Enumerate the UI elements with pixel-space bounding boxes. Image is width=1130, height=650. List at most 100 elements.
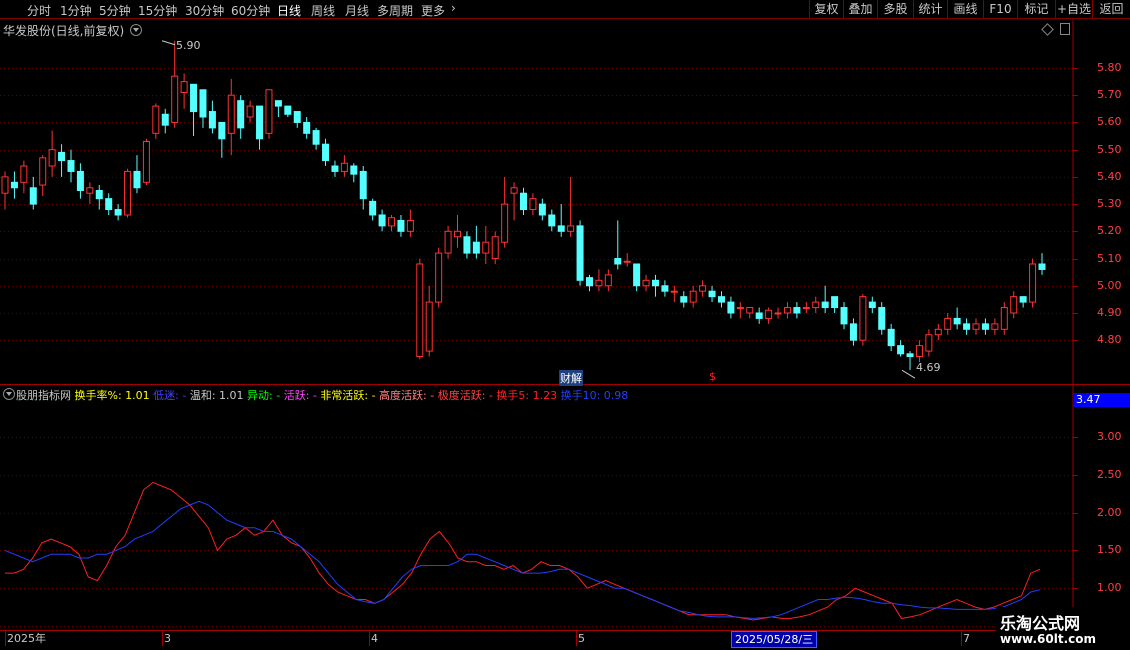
candle-body [171, 75, 179, 123]
price-axis-label: 5.00 [1097, 278, 1122, 292]
candle-body [39, 157, 47, 186]
candle-body [105, 198, 113, 211]
candle-body [10, 181, 18, 189]
candle-body [925, 334, 933, 352]
diamond-icon[interactable] [1041, 23, 1054, 36]
period-tab-10[interactable]: 更多 [421, 2, 445, 19]
candle-body [953, 317, 961, 325]
candle-body [680, 296, 688, 303]
toolbar-button-3[interactable]: 统计 [913, 0, 947, 19]
indicator-line-ma5 [5, 481, 1041, 621]
indicator-legend: 股朋指标网 换手率%: 1.01 低迷: - 温和: 1.01 异动: - 活跃… [16, 387, 628, 403]
price-axis-label: 5.50 [1097, 142, 1122, 156]
candle-body [642, 279, 650, 287]
candle-body [340, 162, 348, 172]
candle-body [991, 323, 999, 330]
caijie-badge[interactable]: 财解 [559, 370, 583, 386]
candle-body [378, 214, 386, 227]
chevron-down-icon[interactable] [130, 24, 142, 36]
candle-body [557, 225, 565, 232]
candle-body [727, 301, 735, 314]
price-axis-label: 4.80 [1097, 333, 1122, 347]
candle-body [331, 165, 339, 172]
candle-body [435, 252, 443, 303]
watermark-url: www.60lt.com [1000, 632, 1097, 646]
chevron-down-icon[interactable] [3, 388, 15, 400]
date-tick [369, 631, 370, 646]
candle-body [510, 187, 518, 194]
date-tick [961, 631, 962, 646]
period-tab-0[interactable]: 分时 [27, 2, 51, 19]
toolbar-button-0[interactable]: 复权 [809, 0, 843, 19]
candle-body [463, 236, 471, 254]
indicator-lines [4, 481, 1041, 621]
date-label: 4 [371, 632, 378, 645]
candle-body [529, 198, 537, 211]
price-axis-label: 5.60 [1097, 115, 1122, 129]
watermark-title: 乐淘公式网 [1000, 614, 1081, 633]
candle-body [124, 170, 132, 216]
candle-body [114, 209, 122, 216]
legend-item-4: 活跃: - [280, 389, 317, 402]
legend-item-9: 换手10: 0.98 [557, 389, 629, 402]
s-mark-badge[interactable]: $ [709, 370, 716, 383]
stock-title: 华发股份(日线,前复权) [3, 24, 125, 38]
price-axis-label: 5.40 [1097, 169, 1122, 183]
candle-body [388, 217, 396, 227]
toolbar-button-1[interactable]: 叠加 [843, 0, 877, 19]
date-label: 3 [164, 632, 171, 645]
period-tab-3[interactable]: 15分钟 [138, 2, 177, 19]
price-axis-label: 5.70 [1097, 88, 1122, 102]
period-tab-2[interactable]: 5分钟 [99, 2, 131, 19]
toolbar-button-7[interactable]: +自选 [1055, 0, 1092, 19]
candle-body [765, 309, 773, 319]
date-cursor-label: 2025/05/28/三 [731, 631, 818, 648]
indicator-name[interactable]: 股朋指标网 [16, 389, 71, 402]
candle-body [454, 230, 462, 238]
indicator-axis-label: 1.00 [1097, 581, 1122, 595]
candlestick-series [1, 40, 1046, 379]
high-marker-line [161, 40, 176, 46]
high-price-label: 5.90 [176, 39, 201, 52]
toolbar-button-2[interactable]: 多股 [877, 0, 913, 19]
candle-body [746, 307, 754, 314]
toolbar-button-6[interactable]: 标记 [1017, 0, 1055, 19]
candle-body [887, 328, 895, 347]
candle-body [670, 290, 678, 293]
candle-body [906, 353, 914, 358]
period-tab-8[interactable]: 月线 [345, 2, 369, 19]
window-icon[interactable] [1060, 23, 1070, 35]
toolbar-button-4[interactable]: 画线 [947, 0, 983, 19]
date-label: 5 [578, 632, 585, 645]
more-chevron-icon[interactable]: › [451, 1, 456, 15]
period-tab-6[interactable]: 日线 [277, 2, 301, 19]
candle-body [350, 165, 358, 175]
candle-body [1038, 263, 1046, 270]
period-tab-1[interactable]: 1分钟 [60, 2, 92, 19]
candle-body [256, 105, 264, 140]
period-tab-5[interactable]: 60分钟 [231, 2, 270, 19]
period-tab-4[interactable]: 30分钟 [185, 2, 224, 19]
candle-body [623, 260, 631, 263]
candle-body [915, 345, 923, 358]
date-tick [576, 631, 577, 646]
period-tab-7[interactable]: 周线 [311, 2, 335, 19]
candle-body [218, 121, 226, 140]
toolbar-button-8[interactable]: 返回 [1092, 0, 1130, 19]
candle-body [897, 345, 905, 355]
candle-body [397, 219, 405, 232]
toolbar-button-5[interactable]: F10 [983, 0, 1017, 19]
price-axis-label: 5.30 [1097, 197, 1122, 211]
candle-body [227, 94, 235, 134]
candle-body [595, 279, 603, 287]
candle-body [274, 100, 282, 107]
candle-body [237, 100, 245, 129]
candle-body [849, 323, 857, 341]
candle-body [840, 307, 848, 325]
candle-body [482, 241, 490, 254]
candle-body [293, 111, 301, 123]
candle-body [699, 285, 707, 292]
price-axis-label: 5.10 [1097, 251, 1122, 265]
period-tab-9[interactable]: 多周期 [377, 2, 413, 19]
candle-body [821, 301, 829, 309]
